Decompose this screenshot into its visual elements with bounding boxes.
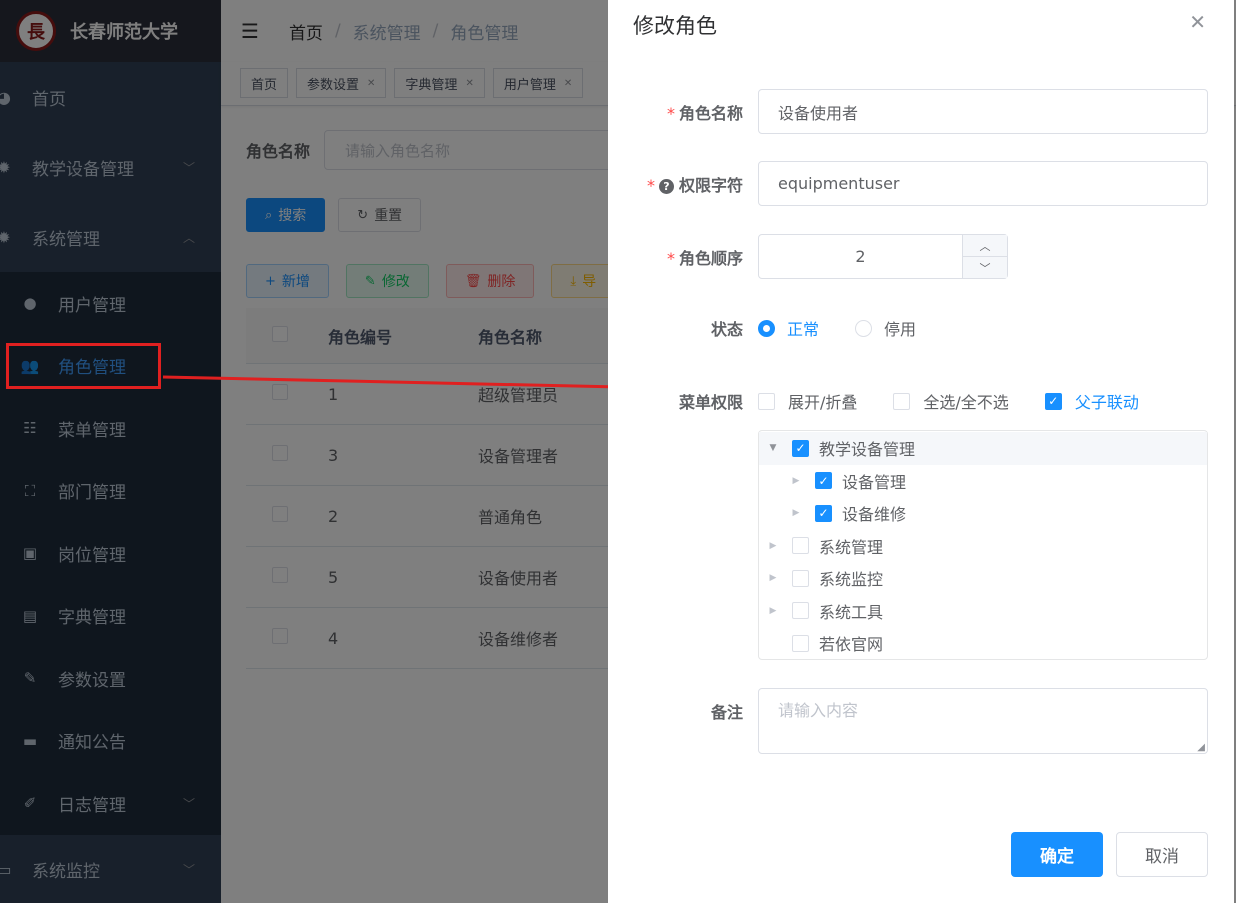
dialog-title: 修改角色 (633, 14, 717, 38)
chevron-up-icon[interactable]: ︿ (963, 235, 1007, 257)
role-key-label: 权限字符 (678, 175, 743, 195)
node-checkbox[interactable] (792, 602, 809, 620)
status-label: 状态 (710, 320, 743, 339)
role-sort-label: 角色顺序 (678, 248, 743, 268)
node-checkbox[interactable] (792, 569, 809, 587)
form-row-remark: 备注 请输入内容 ◢ (608, 688, 1234, 754)
role-name-label: 角色名称 (678, 103, 743, 123)
edit-role-dialog: 修改角色 ✕ * 角色名称 设备使用者 *? 权限字符 equipmentuser … (608, 0, 1234, 903)
menu-perm-label: 菜单权限 (678, 393, 743, 412)
form-row-status: 状态 正常 停用 (608, 316, 1234, 340)
confirm-button[interactable]: 确定 (1011, 832, 1103, 877)
node-checkbox[interactable]: ✓ (815, 504, 832, 522)
remark-label: 备注 (710, 703, 743, 722)
form-row-role-key: *? 权限字符 equipmentuser (608, 161, 1234, 206)
tree-node[interactable]: ▶ 系统监控 (759, 562, 1207, 595)
node-checkbox[interactable] (792, 634, 809, 652)
tree-node[interactable]: ▶ ✓ 设备管理 (759, 465, 1207, 498)
expand-collapse-checkbox[interactable]: 展开/折叠 (758, 389, 857, 413)
parent-child-linkage-checkbox[interactable]: ✓ 父子联动 (1044, 389, 1139, 413)
caret-right-icon[interactable]: ▶ (766, 541, 780, 551)
check-icon: ✓ (1044, 392, 1062, 410)
caret-right-icon[interactable]: ▶ (766, 606, 780, 616)
caret-right-icon[interactable]: ▶ (789, 508, 803, 518)
caret-right-icon[interactable]: ▶ (789, 476, 803, 486)
status-normal-radio[interactable]: 正常 (758, 316, 819, 340)
caret-down-icon[interactable]: ▼ (766, 443, 780, 453)
cancel-button[interactable]: 取消 (1116, 832, 1208, 877)
resize-grip-icon[interactable]: ◢ (1197, 742, 1205, 753)
tree-node[interactable]: ▼ ✓ 教学设备管理 (759, 432, 1207, 465)
chevron-down-icon[interactable]: ﹀ (963, 257, 1007, 278)
node-checkbox[interactable]: ✓ (792, 439, 809, 457)
role-sort-stepper[interactable]: 2 ︿ ﹀ (758, 234, 1008, 279)
form-row-role-name: * 角色名称 设备使用者 (608, 89, 1234, 134)
form-row-menu-perm: 菜单权限 展开/折叠 全选/全不选 ✓ 父子联动 (608, 389, 1234, 413)
role-sort-value[interactable]: 2 (759, 235, 962, 278)
status-disabled-radio[interactable]: 停用 (855, 316, 916, 340)
role-name-input[interactable]: 设备使用者 (758, 89, 1208, 134)
node-checkbox[interactable] (792, 537, 809, 555)
close-icon[interactable]: ✕ (1189, 10, 1206, 34)
node-checkbox[interactable]: ✓ (815, 472, 832, 490)
role-key-input[interactable]: equipmentuser (758, 161, 1208, 206)
tree-node[interactable]: 若依官网 (759, 627, 1207, 660)
tree-node[interactable]: ▶ ✓ 设备维修 (759, 497, 1207, 530)
remark-textarea[interactable]: 请输入内容 ◢ (758, 688, 1208, 754)
caret-right-icon[interactable]: ▶ (766, 573, 780, 583)
dialog-footer: 确定 取消 (1011, 832, 1208, 877)
menu-permission-tree: ▼ ✓ 教学设备管理 ▶ ✓ 设备管理 ▶ ✓ 设备维修 ▶ 系统管理 ▶ 系统… (758, 430, 1208, 660)
question-icon[interactable]: ? (658, 178, 674, 194)
tree-node[interactable]: ▶ 系统工具 (759, 595, 1207, 628)
form-row-role-sort: * 角色顺序 2 ︿ ﹀ (608, 234, 1234, 279)
tree-node[interactable]: ▶ 系统管理 (759, 530, 1207, 563)
select-all-checkbox[interactable]: 全选/全不选 (893, 389, 1009, 413)
